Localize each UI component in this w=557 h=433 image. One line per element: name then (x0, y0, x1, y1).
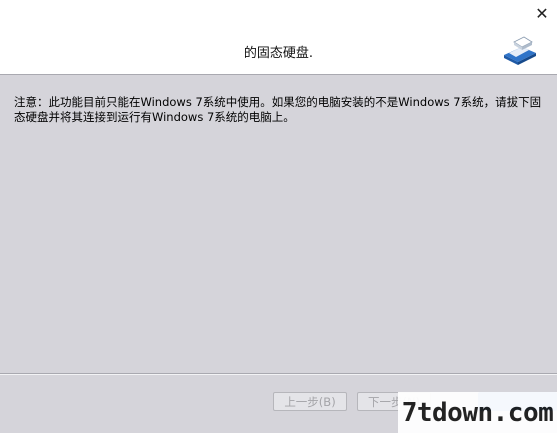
wizard-window: ✕ 的固态硬盘. 注意：此功能目前只能在Windows 7系统中使用。如果您的电… (0, 0, 557, 433)
page-title: 的固态硬盘. (243, 46, 314, 61)
close-button[interactable]: ✕ (531, 2, 553, 24)
watermark: 7tdown.com (398, 392, 557, 433)
close-icon: ✕ (535, 3, 549, 23)
wizard-header: ✕ 的固态硬盘. (0, 0, 557, 75)
notice-text: 注意：此功能目前只能在Windows 7系统中使用。如果您的电脑安装的不是Win… (14, 95, 542, 124)
back-button[interactable]: 上一步(B) (273, 392, 347, 411)
footer-divider (0, 373, 557, 375)
disk-eraser-icon (504, 36, 536, 65)
